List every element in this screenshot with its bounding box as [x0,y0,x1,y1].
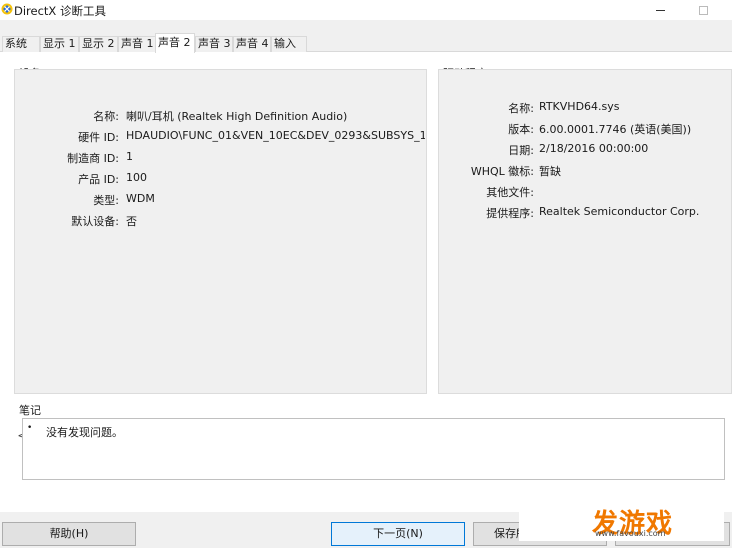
directx-icon [1,3,13,15]
field-value: 否 [126,215,137,228]
tab-sound-4[interactable]: 声音 4 [233,36,271,52]
field-label: 其他文件: [486,186,534,199]
device-manufacturer-id-row: 制造商 ID: 1 [15,150,425,166]
driver-version-row: 版本: 6.00.0001.7746 (英语(美国)) [439,121,732,137]
maximize-button[interactable] [683,0,723,20]
field-value: 6.00.0001.7746 (英语(美国)) [539,123,692,136]
field-value: 2/18/2016 00:00:00 [539,142,649,155]
field-label: 制造商 ID: [67,152,119,165]
device-product-id-row: 产品 ID: 100 [15,171,425,187]
driver-whql-row: WHQL 徽标: 暂缺 [439,163,732,179]
field-label: 版本: [508,123,534,136]
field-value: RTKVHD64.sys [539,100,620,113]
driver-name-row: 名称: RTKVHD64.sys [439,100,732,116]
device-type-row: 类型: WDM [15,192,425,208]
device-default-row: 默认设备: 否 [15,213,425,229]
field-label: 名称: [93,110,119,123]
field-label: 提供程序: [486,207,534,220]
field-label: 类型: [93,194,119,207]
title-bar: DirectX 诊断工具 [0,0,732,20]
tab-display-1[interactable]: 显示 1 [40,36,79,52]
field-value: HDAUDIO\FUNC_01&VEN_10EC&DEV_0293&SUBSYS… [126,129,425,142]
field-value: Realtek Semiconductor Corp. [539,205,700,218]
field-label: 默认设备: [71,215,119,228]
next-page-button[interactable]: 下一页(N) [331,522,465,546]
maximize-icon [698,5,708,15]
field-value: 暂缺 [539,165,561,178]
field-label: 名称: [508,102,534,115]
field-value: 喇叭/耳机 (Realtek High Definition Audio) [126,110,348,123]
notes-box[interactable]: • 没有发现问题。 [22,418,725,480]
field-label: 硬件 ID: [78,131,119,144]
field-label: 日期: [508,144,534,157]
field-label: WHQL 徽标: [470,165,534,178]
minimize-icon [655,9,665,11]
help-button[interactable]: 帮助(H) [2,522,136,546]
tab-system[interactable]: 系统 [2,36,40,52]
driver-date-row: 日期: 2/18/2016 00:00:00 [439,142,732,158]
window-title: DirectX 诊断工具 [14,4,106,18]
tab-sound-2[interactable]: 声音 2 [155,33,195,53]
driver-provider-row: 提供程序: Realtek Semiconductor Corp. [439,205,732,221]
driver-other-files-row: 其他文件: [439,184,732,200]
note-text: 没有发现问题。 [46,426,123,439]
field-value: 1 [126,150,133,163]
tab-input[interactable]: 输入 [271,36,307,52]
tab-sound-1[interactable]: 声音 1 [118,36,156,52]
field-label: 产品 ID: [78,173,119,186]
watermark-url: www.favouxi.com [595,529,666,538]
watermark: 发游戏 www.favouxi.com [519,497,724,541]
tab-sound-3[interactable]: 声音 3 [195,36,233,52]
tab-bar: 系统 显示 1 显示 2 声音 1 声音 2 声音 3 声音 4 输入 [0,33,732,53]
note-bullet: • [27,423,33,433]
minimize-button[interactable] [640,0,680,20]
notes-header: 笔记 [19,404,41,417]
sound-tab-panel: 设备 名称: 喇叭/耳机 (Realtek High Definition Au… [0,52,732,512]
device-group: 名称: 喇叭/耳机 (Realtek High Definition Audio… [14,69,427,394]
device-name-row: 名称: 喇叭/耳机 (Realtek High Definition Audio… [15,108,425,124]
device-hardware-id-row: 硬件 ID: HDAUDIO\FUNC_01&VEN_10EC&DEV_0293… [15,129,425,145]
tab-display-2[interactable]: 显示 2 [79,36,118,52]
field-value: 100 [126,171,147,184]
driver-group: 名称: RTKVHD64.sys 版本: 6.00.0001.7746 (英语(… [438,69,732,394]
field-value: WDM [126,192,155,205]
